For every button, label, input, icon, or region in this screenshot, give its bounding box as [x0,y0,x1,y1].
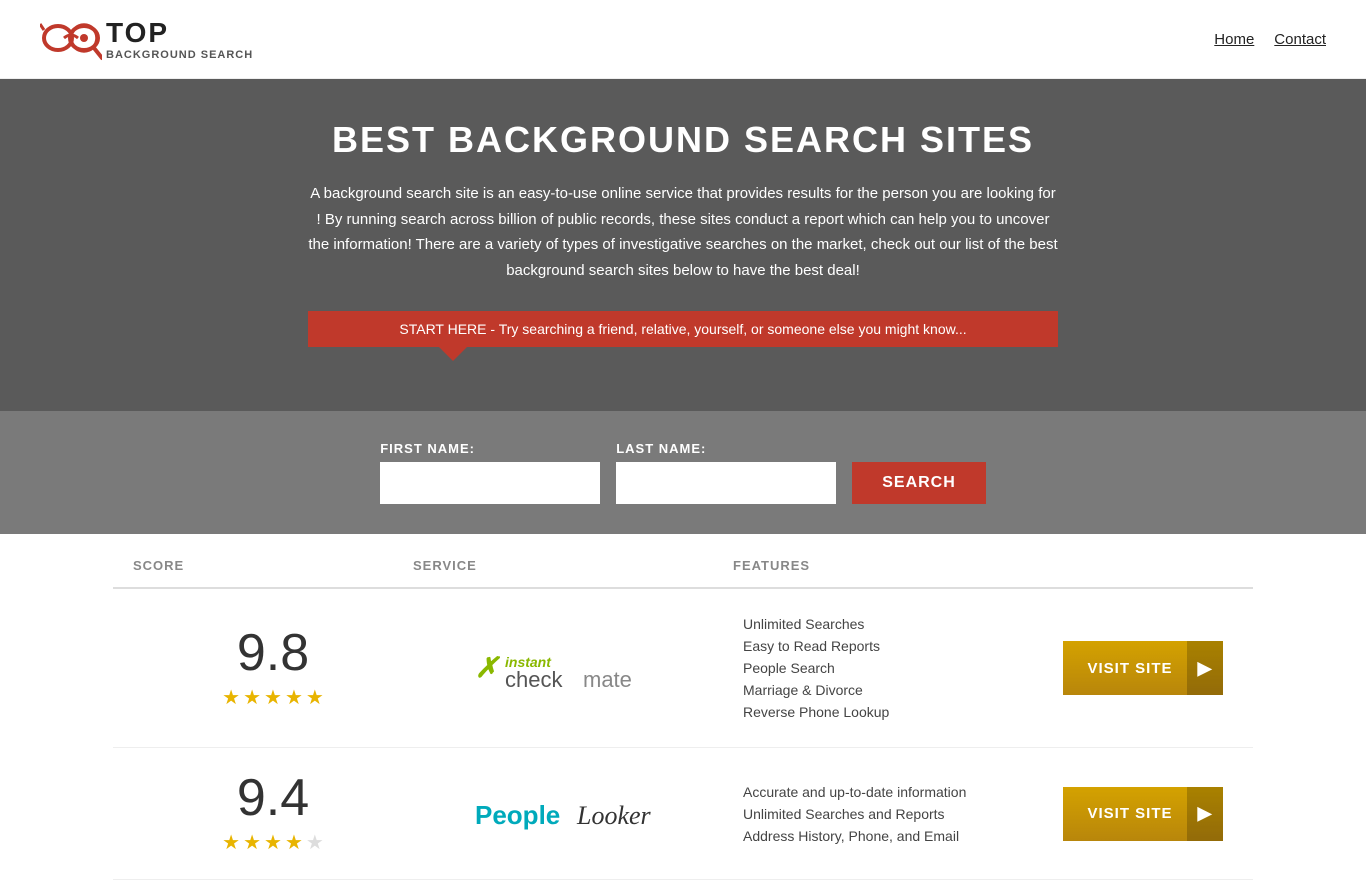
table-row: 9.8 ★ ★ ★ ★ ★ ✗ instant check mate [113,589,1253,748]
visit-btn-arrow-1: ▶ [1187,641,1223,695]
feature-item: Address History, Phone, and Email [743,825,1053,847]
nav-contact[interactable]: Contact [1274,31,1326,48]
logo-text: TOP BACKGROUND SEARCH [106,17,253,61]
score-cell-2: 9.4 ★ ★ ★ ★ ★ [133,772,413,855]
score-number-2: 9.4 [237,772,309,824]
first-name-label: FIRST NAME: [380,441,600,456]
star-3: ★ [264,830,282,855]
visit-cell-1: VISIT SITE ▶ [1053,641,1233,695]
header-score: SCORE [133,558,413,573]
feature-item: Accurate and up-to-date information [743,781,1053,803]
search-button[interactable]: SEARCH [852,462,986,504]
score-number-1: 9.8 [237,627,309,679]
header: TOP BACKGROUND SEARCH Home Contact [0,0,1366,79]
search-section: FIRST NAME: LAST NAME: SEARCH [0,411,1366,534]
logo-sub-text: BACKGROUND SEARCH [106,49,253,61]
star-4: ★ [285,830,303,855]
peoplelooker-logo: People Looker [473,784,673,843]
visit-site-button-1[interactable]: VISIT SITE ▶ [1063,641,1223,695]
service-cell-1: ✗ instant check mate [413,641,733,695]
stars-1: ★ ★ ★ ★ ★ [222,685,324,710]
svg-text:✗: ✗ [475,652,501,683]
svg-text:People: People [475,800,560,830]
star-5: ★ [306,830,324,855]
features-list-2: Accurate and up-to-date information Unli… [743,781,1053,847]
svg-text:Looker: Looker [576,801,652,830]
star-2: ★ [243,830,261,855]
hero-title: BEST BACKGROUND SEARCH SITES [20,119,1346,161]
visit-btn-label-2: VISIT SITE [1063,805,1187,822]
last-name-group: LAST NAME: [616,441,836,504]
svg-text:mate: mate [583,667,632,692]
star-1: ★ [222,830,240,855]
stars-2: ★ ★ ★ ★ ★ [222,830,324,855]
search-form: FIRST NAME: LAST NAME: SEARCH [20,441,1346,504]
callout-bar: START HERE - Try searching a friend, rel… [308,311,1058,347]
hero-description: A background search site is an easy-to-u… [308,181,1058,283]
features-list-1: Unlimited Searches Easy to Read Reports … [743,613,1053,723]
star-4: ★ [285,685,303,710]
star-2: ★ [243,685,261,710]
star-3: ★ [264,685,282,710]
logo-icon [40,10,102,68]
star-1: ★ [222,685,240,710]
header-service: SERVICE [413,558,733,573]
last-name-input[interactable] [616,462,836,504]
callout-text: START HERE - Try searching a friend, rel… [399,321,966,337]
logo: TOP BACKGROUND SEARCH [40,10,253,68]
hero-section: BEST BACKGROUND SEARCH SITES A backgroun… [0,79,1366,411]
visit-site-button-2[interactable]: VISIT SITE ▶ [1063,787,1223,841]
first-name-input[interactable] [380,462,600,504]
results-table: SCORE SERVICE FEATURES 9.8 ★ ★ ★ ★ ★ ✗ [93,544,1273,880]
feature-item: Marriage & Divorce [743,679,1053,701]
first-name-group: FIRST NAME: [380,441,600,504]
feature-item: Unlimited Searches [743,613,1053,635]
score-cell-1: 9.8 ★ ★ ★ ★ ★ [133,627,413,710]
visit-cell-2: VISIT SITE ▶ [1053,787,1233,841]
header-action [1053,558,1233,573]
star-5: ★ [306,685,324,710]
features-cell-2: Accurate and up-to-date information Unli… [733,781,1053,847]
svg-text:check: check [505,667,563,692]
nav-home[interactable]: Home [1214,31,1254,48]
service-cell-2: People Looker [413,784,733,843]
checkmate-logo-svg: ✗ instant check mate [473,641,673,695]
visit-btn-label-1: VISIT SITE [1063,660,1187,677]
main-nav: Home Contact [1214,31,1326,48]
feature-item: People Search [743,657,1053,679]
last-name-label: LAST NAME: [616,441,836,456]
visit-btn-arrow-2: ▶ [1187,787,1223,841]
feature-item: Reverse Phone Lookup [743,701,1053,723]
header-features: FEATURES [733,558,1053,573]
features-cell-1: Unlimited Searches Easy to Read Reports … [733,613,1053,723]
checkmate-logo: ✗ instant check mate [473,641,673,695]
logo-top-text: TOP [106,17,253,49]
feature-item: Unlimited Searches and Reports [743,803,1053,825]
callout-arrow [439,347,467,361]
peoplelooker-logo-svg: People Looker [473,784,673,838]
table-header: SCORE SERVICE FEATURES [113,544,1253,589]
feature-item: Easy to Read Reports [743,635,1053,657]
